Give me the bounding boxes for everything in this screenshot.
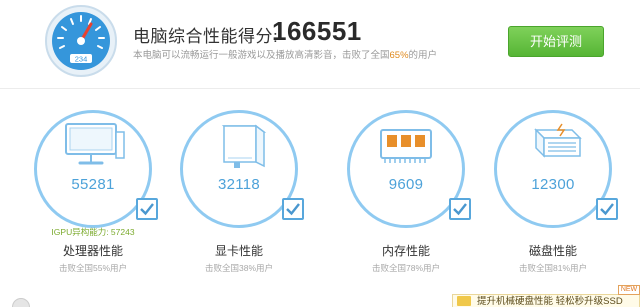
memory-beat-text: 击败全国78%用户 <box>371 263 440 273</box>
checkmark-icon <box>453 203 467 216</box>
memory-card: 9609 内存性能 击败全国78%用户 <box>345 110 485 280</box>
description-prefix: 本电脑可以流畅运行一般游戏以及播放高清影音，击败了全国 <box>133 50 390 61</box>
checkmark-icon <box>286 203 300 216</box>
disk-label: 磁盘性能 <box>528 244 577 258</box>
gpu-label: 显卡性能 <box>214 244 263 258</box>
checkmark-icon <box>140 203 154 216</box>
memory-score: 9609 <box>388 176 424 193</box>
gpu-score: 32118 <box>217 176 261 193</box>
description-suffix: 的用户 <box>408 50 438 61</box>
score-description: 本电脑可以流畅运行一般游戏以及播放高清影音，击败了全国65%的用户 <box>133 47 437 61</box>
speedometer-icon: 234 <box>45 5 117 77</box>
promo-text: 提升机械硬盘性能 轻松秒升级SSD <box>477 296 623 307</box>
score-header: 234 电脑综合性能得分: 166551 本电脑可以流畅运行一般游戏以及播放高清… <box>0 0 640 88</box>
gpu-beat-text: 击败全国38%用户 <box>204 263 273 273</box>
cpu-score: 55281 <box>71 176 115 193</box>
cpu-label: 处理器性能 <box>62 244 123 258</box>
gift-box-icon <box>457 296 471 306</box>
bottom-status-icon[interactable] <box>12 298 30 307</box>
cpu-checkbox[interactable] <box>136 198 158 220</box>
graphics-card-icon <box>221 124 267 168</box>
memory-checkbox[interactable] <box>449 198 471 220</box>
checkmark-icon <box>600 203 614 216</box>
disk-card: 12300 磁盘性能 击败全国81%用户 <box>492 110 632 280</box>
monitor-icon <box>65 123 125 165</box>
disk-score: 12300 <box>531 176 575 193</box>
memory-label: 内存性能 <box>381 244 430 258</box>
disk-drive-icon <box>534 123 582 158</box>
start-evaluation-button[interactable]: 开始评测 <box>508 26 604 57</box>
memory-chip-icon <box>380 129 432 163</box>
score-value: 166551 <box>272 16 362 46</box>
cpu-beat-text: 击败全国55%用户 <box>58 263 127 273</box>
cpu-card: 55281 IGPU异构能力: 57243 处理器性能 击败全国55%用户 <box>32 110 172 280</box>
score-label: 电脑综合性能得分: <box>133 27 279 46</box>
disk-checkbox[interactable] <box>596 198 618 220</box>
ssd-promo-link[interactable]: 提升机械硬盘性能 轻松秒升级SSD <box>452 294 640 307</box>
gauge-reading: 234 <box>75 55 88 64</box>
gpu-checkbox[interactable] <box>282 198 304 220</box>
gpu-card: 32118 显卡性能 击败全国38%用户 <box>178 110 318 280</box>
igpu-capability: IGPU异构能力: 57243 <box>51 227 135 237</box>
header-divider <box>0 88 640 89</box>
new-badge: NEW <box>618 285 640 295</box>
disk-beat-text: 击败全国81%用户 <box>518 263 587 273</box>
description-percent: 65% <box>389 50 409 61</box>
